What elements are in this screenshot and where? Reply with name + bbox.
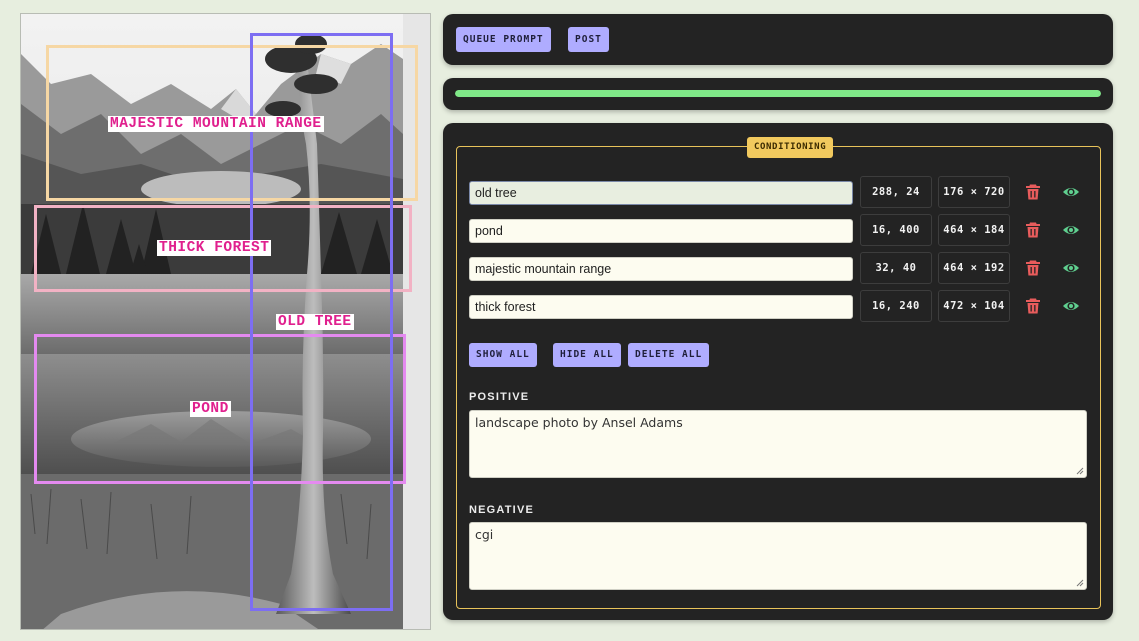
trash-icon[interactable] — [1024, 259, 1042, 277]
trash-icon[interactable] — [1024, 221, 1042, 239]
queue-prompt-button[interactable]: QUEUE PROMPT — [456, 27, 551, 52]
eye-icon[interactable] — [1062, 183, 1080, 201]
region-prompt-input[interactable] — [469, 181, 853, 205]
region-position[interactable]: 288, 24 — [860, 176, 932, 208]
conditioning-legend: CONDITIONING — [747, 137, 834, 158]
hide-all-button[interactable]: HIDE ALL — [553, 343, 621, 367]
conditioning-row: 16, 240 472 × 104 — [469, 290, 1089, 322]
post-button[interactable]: POST — [568, 27, 609, 52]
negative-prompt-textarea[interactable]: cgi — [469, 522, 1087, 590]
conditioning-row: 32, 40 464 × 192 — [469, 252, 1089, 284]
region-size[interactable]: 464 × 184 — [938, 214, 1010, 246]
canvas-image-panel[interactable]: MAJESTIC MOUNTAIN RANGE THICK FOREST OLD… — [20, 13, 431, 630]
region-position[interactable]: 16, 240 — [860, 290, 932, 322]
region-prompt-input[interactable] — [469, 219, 853, 243]
region-position[interactable]: 16, 400 — [860, 214, 932, 246]
eye-icon[interactable] — [1062, 297, 1080, 315]
show-all-button[interactable]: SHOW ALL — [469, 343, 537, 367]
region-label-mountain: MAJESTIC MOUNTAIN RANGE — [108, 116, 324, 132]
resize-grip-icon[interactable] — [1076, 467, 1084, 475]
conditioning-card: CONDITIONING 288, 24 176 × 720 16, 400 4… — [443, 123, 1113, 620]
negative-prompt-text: cgi — [475, 527, 494, 542]
eye-icon[interactable] — [1062, 221, 1080, 239]
eye-icon[interactable] — [1062, 259, 1080, 277]
progress-bar-fill — [455, 90, 1101, 97]
resize-grip-icon[interactable] — [1076, 579, 1084, 587]
negative-label: NEGATIVE — [469, 504, 535, 516]
region-label-pond: POND — [190, 401, 231, 417]
positive-prompt-text: landscape photo by Ansel Adams — [475, 415, 683, 430]
region-label-tree: OLD TREE — [276, 314, 354, 330]
region-label-forest: THICK FOREST — [157, 240, 272, 256]
region-prompt-input[interactable] — [469, 295, 853, 319]
region-size[interactable]: 464 × 192 — [938, 252, 1010, 284]
trash-icon[interactable] — [1024, 297, 1042, 315]
progress-bar — [455, 90, 1101, 97]
region-size[interactable]: 176 × 720 — [938, 176, 1010, 208]
region-size[interactable]: 472 × 104 — [938, 290, 1010, 322]
trash-icon[interactable] — [1024, 183, 1042, 201]
conditioning-group: CONDITIONING 288, 24 176 × 720 16, 400 4… — [456, 137, 1101, 609]
toolbar-card: QUEUE PROMPT POST — [443, 14, 1113, 65]
progress-card — [443, 78, 1113, 110]
region-position[interactable]: 32, 40 — [860, 252, 932, 284]
positive-prompt-textarea[interactable]: landscape photo by Ansel Adams — [469, 410, 1087, 478]
positive-label: POSITIVE — [469, 391, 530, 403]
region-prompt-input[interactable] — [469, 257, 853, 281]
conditioning-row: 16, 400 464 × 184 — [469, 214, 1089, 246]
delete-all-button[interactable]: DELETE ALL — [628, 343, 710, 367]
conditioning-row: 288, 24 176 × 720 — [469, 176, 1089, 208]
